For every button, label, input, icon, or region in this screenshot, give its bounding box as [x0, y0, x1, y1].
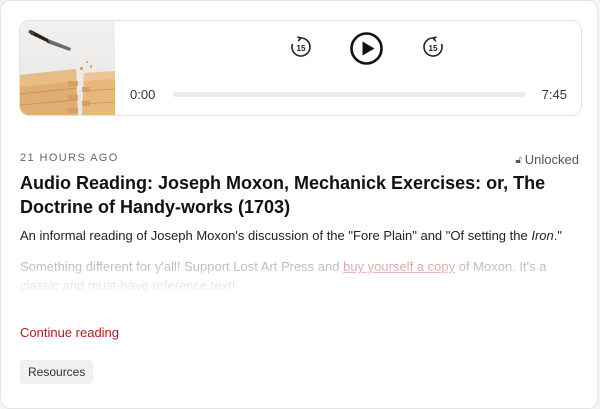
thumbnail-image: [20, 21, 116, 115]
forward-seconds-label: 15: [429, 44, 438, 53]
continue-reading-link[interactable]: Continue reading: [20, 325, 119, 340]
access-label: Unlocked: [524, 152, 579, 167]
excerpt-1-emphasis: Iron: [531, 228, 554, 243]
excerpt-paragraph-2: Something different for y'all! Support L…: [20, 257, 580, 293]
buy-copy-link[interactable]: buy yourself a copy: [343, 259, 455, 274]
current-time: 0:00: [130, 87, 156, 102]
excerpt-1-end: .": [553, 228, 562, 243]
tag-resources[interactable]: Resources: [20, 360, 94, 384]
progress-track[interactable]: [173, 92, 525, 97]
post-date: 21 HOURS AGO: [20, 152, 119, 164]
post-card: 15 15 0:00 7:45 21 HOURS AGO 🔓︎ Unlocked…: [0, 0, 598, 409]
post-excerpt: An informal reading of Joseph Moxon's di…: [20, 226, 580, 293]
access-status: 🔓︎ Unlocked: [515, 152, 579, 167]
play-icon: [350, 32, 383, 65]
lock-icon: 🔓︎: [515, 155, 522, 166]
rewind-15-icon: 15: [291, 36, 311, 57]
forward-15-button[interactable]: 15: [421, 35, 445, 64]
forward-15-icon: 15: [423, 36, 443, 57]
thumbnail-art-icon: [20, 29, 116, 115]
duration: 7:45: [541, 87, 567, 102]
rewind-seconds-label: 15: [297, 44, 306, 53]
excerpt-2-text: Something different for y'all! Support L…: [20, 259, 344, 274]
audio-player: 15 15 0:00 7:45: [19, 20, 582, 116]
post-title[interactable]: Audio Reading: Joseph Moxon, Mechanick E…: [20, 171, 580, 219]
excerpt-paragraph-1: An informal reading of Joseph Moxon's di…: [20, 226, 580, 245]
rewind-15-button[interactable]: 15: [289, 35, 313, 64]
player-controls: 15 15 0:00 7:45: [115, 21, 581, 115]
excerpt-1-text: An informal reading of Joseph Moxon's di…: [20, 228, 532, 243]
play-button[interactable]: [350, 32, 383, 70]
